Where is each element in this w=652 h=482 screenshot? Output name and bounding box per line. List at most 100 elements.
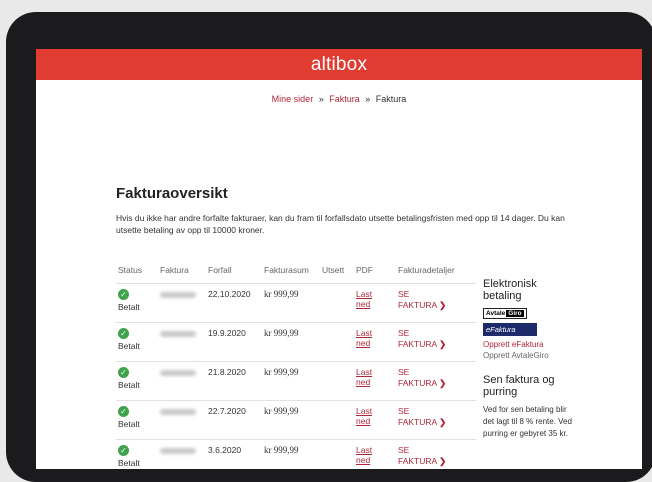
create-efaktura-link[interactable]: Opprett eFaktura [483,340,573,349]
postpone-cell [320,322,354,362]
check-circle-icon: ✓ [118,367,129,378]
breadcrumb-current: Faktura [375,94,407,104]
page-title: Fakturaoversikt [116,185,228,202]
breadcrumb-separator: » [365,94,371,104]
payment-sidebar: Elektronisk betaling Avtale Giro eFaktura… [483,278,573,440]
chevron-right-icon: ❯ [439,456,447,466]
main-content: Fakturaoversikt Hvis du ikke har andre f… [116,185,606,469]
breadcrumb-mine-sider[interactable]: Mine sider [272,94,314,104]
table-row: ✓ Betalt 21.8.2020 kr 999,99 Last ned SE FA… [116,361,476,401]
create-avtalegiro-link[interactable]: Opprett AvtaleGiro [483,351,573,360]
due-date: 22.10.2020 [206,283,262,323]
site-header: altibox [36,49,642,80]
altibox-logo[interactable]: altibox [311,54,367,76]
invoice-table: Status Faktura Forfall Fakturasum Utsett… [116,263,476,469]
intro-text: Hvis du ikke har andre forfalte fakturae… [116,213,565,235]
status-cell: ✓ Betalt [116,400,158,440]
details-cell: SE FAKTURA ❯ [396,400,476,440]
download-pdf-link[interactable]: Last ned [356,328,394,348]
status-text: Betalt [118,341,140,351]
download-pdf-link[interactable]: Last ned [356,367,394,387]
check-circle-icon: ✓ [118,289,129,300]
status-cell: ✓ Betalt [116,439,158,469]
see-invoice-link[interactable]: SE FAKTURA ❯ [398,328,446,349]
col-faktura: Faktura [158,263,206,284]
col-status: Status [116,263,158,284]
see-invoice-link[interactable]: SE FAKTURA ❯ [398,367,446,388]
check-circle-icon: ✓ [118,328,129,339]
invoice-amount: kr 999,99 [262,322,320,362]
due-date: 22.7.2020 [206,400,262,440]
redacted-invoice-number [160,292,196,298]
breadcrumb: Mine sider » Faktura » Faktura [36,94,642,104]
invoice-number-cell [158,439,206,469]
pdf-cell: Last ned [354,439,396,469]
status-text: Betalt [118,302,140,312]
postpone-cell [320,361,354,401]
table-row: ✓ Betalt 22.7.2020 kr 999,99 Last ned SE FA… [116,400,476,440]
table-header-row: Status Faktura Forfall Fakturasum Utsett… [116,263,476,284]
col-utsett: Utsett [320,263,354,284]
details-cell: SE FAKTURA ❯ [396,361,476,401]
status-cell: ✓ Betalt [116,361,158,401]
avtalegiro-logo: Avtale Giro [483,308,527,319]
postpone-cell [320,400,354,440]
invoice-amount: kr 999,99 [262,400,320,440]
status-cell: ✓ Betalt [116,283,158,323]
see-invoice-link[interactable]: SE FAKTURA ❯ [398,445,446,466]
details-cell: SE FAKTURA ❯ [396,283,476,323]
due-date: 3.6.2020 [206,439,262,469]
details-cell: SE FAKTURA ❯ [396,439,476,469]
late-invoice-heading: Sen faktura og purring [483,374,555,398]
due-date: 21.8.2020 [206,361,262,401]
invoice-table-wrapper: Status Faktura Forfall Fakturasum Utsett… [116,263,476,469]
chevron-right-icon: ❯ [439,300,447,310]
see-invoice-link[interactable]: SE FAKTURA ❯ [398,406,446,427]
invoice-number-cell [158,322,206,362]
download-pdf-link[interactable]: Last ned [356,289,394,309]
status-text: Betalt [118,380,140,390]
table-row: ✓ Betalt 19.9.2020 kr 999,99 Last ned SE FA… [116,322,476,362]
see-invoice-link[interactable]: SE FAKTURA ❯ [398,289,446,310]
table-row: ✓ Betalt 22.10.2020 kr 999,99 Last ned SE F… [116,283,476,323]
table-row: ✓ Betalt 3.6.2020 kr 999,99 Last ned SE FAK… [116,439,476,469]
invoice-number-cell [158,400,206,440]
invoice-amount: kr 999,99 [262,439,320,469]
breadcrumb-faktura[interactable]: Faktura [329,94,360,104]
efaktura-logo: eFaktura [483,323,537,336]
invoice-amount: kr 999,99 [262,361,320,401]
due-date: 19.9.2020 [206,322,262,362]
postpone-cell [320,439,354,469]
pdf-cell: Last ned [354,400,396,440]
redacted-invoice-number [160,331,196,337]
chevron-right-icon: ❯ [439,378,447,388]
status-text: Betalt [118,419,140,429]
status-cell: ✓ Betalt [116,322,158,362]
redacted-invoice-number [160,370,196,376]
electronic-payment-heading: Elektronisk betaling [483,278,537,302]
invoice-amount: kr 999,99 [262,283,320,323]
tablet-frame: altibox Mine sider » Faktura » Faktura F… [6,12,652,482]
chevron-right-icon: ❯ [439,417,447,427]
late-invoice-text: Ved for sen betaling blir det lagt til 8… [483,405,572,438]
status-text: Betalt [118,458,140,468]
pdf-cell: Last ned [354,283,396,323]
details-cell: SE FAKTURA ❯ [396,322,476,362]
chevron-right-icon: ❯ [439,339,447,349]
download-pdf-link[interactable]: Last ned [356,406,394,426]
pdf-cell: Last ned [354,322,396,362]
download-pdf-link[interactable]: Last ned [356,445,394,465]
redacted-invoice-number [160,448,196,454]
postpone-cell [320,283,354,323]
col-fakturadetaljer: Fakturadetaljer [396,263,476,284]
browser-viewport: altibox Mine sider » Faktura » Faktura F… [36,49,642,469]
invoice-number-cell [158,283,206,323]
col-pdf: PDF [354,263,396,284]
check-circle-icon: ✓ [118,406,129,417]
pdf-cell: Last ned [354,361,396,401]
invoice-number-cell [158,361,206,401]
check-circle-icon: ✓ [118,445,129,456]
col-forfall: Forfall [206,263,262,284]
col-fakturasum: Fakturasum [262,263,320,284]
breadcrumb-separator: » [318,94,324,104]
